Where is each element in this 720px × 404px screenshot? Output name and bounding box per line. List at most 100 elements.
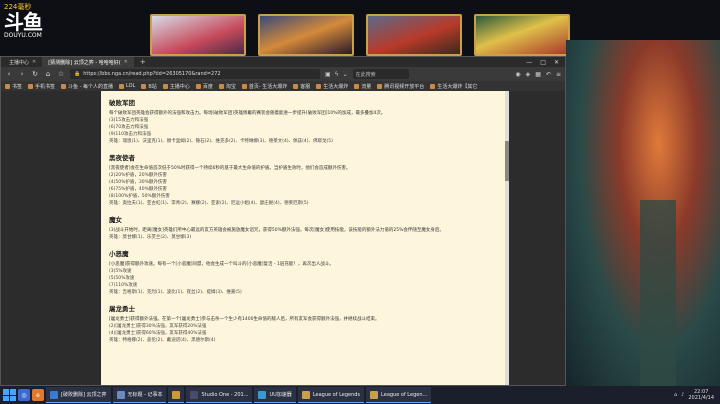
trait-heroes: 英雄：吉格斯(1)、克烈(1)、波比(1)、崔丝(2)、提姆(3)、维嘉(5) bbox=[109, 290, 242, 295]
undo-icon[interactable]: ↶ bbox=[546, 71, 551, 78]
trait-tier: (4)[屠龙勇士]获得60%法强，友军获得40%法强 bbox=[109, 331, 207, 336]
taskbar-app[interactable]: Studio One - 201... bbox=[186, 387, 253, 403]
trait-description: [屠龙勇士]获得额外法强。在第一个[屠龙勇士]参与击杀一个生少有1400生命值的… bbox=[109, 317, 380, 322]
bookmark-label: 腾讯视频开放平台 bbox=[384, 83, 425, 90]
wallpaper-pillar bbox=[640, 200, 676, 386]
bookmark-item[interactable]: 主播中心 bbox=[162, 83, 190, 90]
bookmark-icon bbox=[293, 83, 299, 89]
scrollbar-thumb[interactable] bbox=[505, 141, 509, 181]
forward-icon[interactable]: › bbox=[18, 70, 26, 78]
app-icon bbox=[301, 390, 310, 399]
close-window-button[interactable]: ✕ bbox=[554, 59, 559, 66]
trait-title: 魔女 bbox=[109, 216, 122, 224]
app-label: [破败删除] 云顶之弈 bbox=[61, 392, 107, 398]
bookmark-label: LOL bbox=[126, 83, 136, 89]
trait-section: 破败军团 每个破败军团英雄会获得额外的法强和攻击力。每场[破败军团]英雄佩戴的赛装… bbox=[109, 97, 497, 145]
lightning-icon[interactable]: ϟ bbox=[335, 71, 339, 78]
douyu-logo: 224毫秒 斗鱼 DOUYU.COM bbox=[4, 2, 52, 40]
search-icon[interactable]: ◎ bbox=[18, 389, 30, 401]
app-label: 无标题 - 记事本 bbox=[127, 392, 163, 398]
trait-description: [小恶魔]获得额外攻速。每有一个[小恶魔]同盟，他会生成一个叫斗的[小恶魔]复活… bbox=[109, 262, 334, 267]
clock[interactable]: 22:07 2021/4/14 bbox=[688, 389, 714, 401]
search-placeholder: 在此搜索 bbox=[355, 71, 376, 78]
taskbar-app[interactable] bbox=[168, 387, 185, 403]
bookmark-icon bbox=[162, 83, 168, 89]
app-icon bbox=[190, 390, 199, 399]
extension-icon[interactable]: ▣ bbox=[325, 71, 331, 78]
grid-icon[interactable]: ▦ bbox=[535, 71, 541, 78]
bookmark-label: 生活大爆炸【其它 bbox=[437, 83, 478, 90]
shield-icon[interactable]: ◈ bbox=[526, 71, 531, 78]
taskbar-app[interactable]: 无标题 - 记事本 bbox=[112, 387, 167, 403]
bookmark-item[interactable]: 手机书签 bbox=[28, 83, 55, 90]
trait-section: 小恶魔 [小恶魔]获得额外攻速。每有一个[小恶魔]同盟，他会生成一个叫斗的[小恶魔… bbox=[109, 248, 497, 296]
taskbar-app[interactable]: UU加速器 bbox=[254, 387, 296, 403]
tab-bar: 主播中心 ✕ [猜测删除] 云顶之弈 - 哈哈哈好( ✕ + — □ ✕ bbox=[1, 57, 565, 67]
bookmark-icon bbox=[141, 83, 147, 89]
bookmark-item[interactable]: LOL bbox=[119, 83, 135, 89]
champion-thumbnail bbox=[150, 14, 246, 56]
taskbar-app[interactable]: [破败删除] 云顶之弈 bbox=[46, 387, 111, 403]
trait-title: 破败军团 bbox=[109, 99, 135, 107]
star-icon[interactable]: ☆ bbox=[57, 70, 65, 78]
app-icon bbox=[172, 390, 181, 399]
bookmark-item[interactable]: 客服 bbox=[293, 83, 310, 90]
app-icon bbox=[370, 390, 379, 399]
trait-tier: (7)110%攻速 bbox=[109, 283, 138, 288]
bookmark-item[interactable]: 淘宝 bbox=[218, 83, 236, 90]
game-icon[interactable]: ◉ bbox=[515, 71, 520, 78]
bookmark-item[interactable]: 生活大爆炸【其它 bbox=[430, 83, 477, 90]
tab-nga-article[interactable]: [猜测删除] 云顶之弈 - 哈哈哈好( ✕ bbox=[42, 57, 134, 67]
search-input[interactable]: 在此搜索 bbox=[352, 69, 409, 79]
taskbar-app[interactable]: League of Legen... bbox=[366, 387, 432, 403]
trait-section: 魔女 (3)战斗开始时，距离[魔女]英雄们所中心最远的友方英雄会被施放魔女诅咒，获… bbox=[109, 214, 497, 241]
bookmark-item[interactable]: 百度 bbox=[195, 83, 213, 90]
close-icon[interactable]: ✕ bbox=[124, 59, 128, 65]
reload-icon[interactable]: ↻ bbox=[31, 70, 39, 78]
back-icon[interactable]: ‹ bbox=[5, 70, 13, 78]
chevron-down-icon[interactable]: ⌄ bbox=[343, 71, 348, 78]
trait-tier: (8)100%护盾，50%额外伤害 bbox=[109, 194, 170, 199]
scrollbar[interactable] bbox=[505, 91, 509, 385]
home-icon[interactable]: ⌂ bbox=[44, 70, 52, 78]
bookmark-item[interactable]: B站 bbox=[141, 83, 157, 90]
bookmark-item[interactable]: 流量 bbox=[354, 83, 371, 90]
bookmark-label: 客服 bbox=[300, 83, 311, 90]
network-icon[interactable]: ⌂ bbox=[674, 392, 677, 398]
bookmark-label: 生活大爆炸 bbox=[323, 83, 349, 90]
bookmark-icon bbox=[354, 83, 360, 89]
article-body: 破败军团 每个破败军团英雄会获得额外的法强和攻击力。每场[破败军团]英雄佩戴的赛装… bbox=[101, 91, 505, 385]
tab-streamer-center[interactable]: 主播中心 ✕ bbox=[3, 57, 42, 67]
windows-start-icon[interactable] bbox=[2, 388, 16, 402]
app-label: League of Legen... bbox=[381, 391, 428, 398]
url-input[interactable]: 🔒 https://bbs.nga.cn/read.php?tid=263051… bbox=[70, 69, 320, 79]
menu-icon[interactable]: ≡ bbox=[556, 71, 561, 78]
trait-title: 屠龙勇士 bbox=[109, 305, 135, 313]
volume-icon[interactable]: ♪ bbox=[681, 392, 684, 398]
trait-heroes: 英雄：瑞恩(1)、沃里克(1)、赫卡里姆(2)、锤石(2)、维克多(2)、卡特琳… bbox=[109, 139, 333, 144]
logo-sub: DOUYU.COM bbox=[4, 32, 42, 39]
bookmark-item[interactable]: 生活大爆炸 bbox=[316, 83, 348, 90]
bookmark-item[interactable]: 斗鱼 - 每个人的直播 bbox=[61, 83, 113, 90]
tab-label: 主播中心 bbox=[9, 59, 30, 66]
left-gutter bbox=[1, 91, 101, 385]
trait-tier: (2)20%护盾，20%额外伤害 bbox=[109, 173, 167, 178]
browser-icon[interactable]: e bbox=[32, 389, 44, 401]
bookmark-label: 手机书签 bbox=[35, 83, 56, 90]
new-tab-button[interactable]: + bbox=[134, 58, 152, 66]
bookmark-icon bbox=[316, 83, 322, 89]
trait-title: 小恶魔 bbox=[109, 250, 129, 258]
trait-tier: (3)5%攻速 bbox=[109, 269, 132, 274]
bookmark-item[interactable]: 首页- 生活大爆炸 bbox=[241, 83, 287, 90]
trait-section: 屠龙勇士 [屠龙勇士]获得额外法强。在第一个[屠龙勇士]参与击杀一个生少有1400… bbox=[109, 303, 497, 344]
logo-text: 斗鱼 bbox=[4, 10, 43, 34]
minimize-button[interactable]: — bbox=[526, 59, 532, 66]
bookmark-item[interactable]: 腾讯视频开放平台 bbox=[377, 83, 424, 90]
app-label: League of Legends bbox=[312, 391, 361, 398]
taskbar-app[interactable]: League of Legends bbox=[297, 387, 365, 403]
maximize-button[interactable]: □ bbox=[540, 59, 546, 66]
close-icon[interactable]: ✕ bbox=[32, 59, 36, 65]
browser-window: 主播中心 ✕ [猜测删除] 云顶之弈 - 哈哈哈好( ✕ + — □ ✕ ‹ ›… bbox=[0, 56, 566, 386]
bookmark-item[interactable]: 书签 bbox=[5, 83, 22, 90]
lock-icon: 🔒 bbox=[74, 71, 81, 77]
